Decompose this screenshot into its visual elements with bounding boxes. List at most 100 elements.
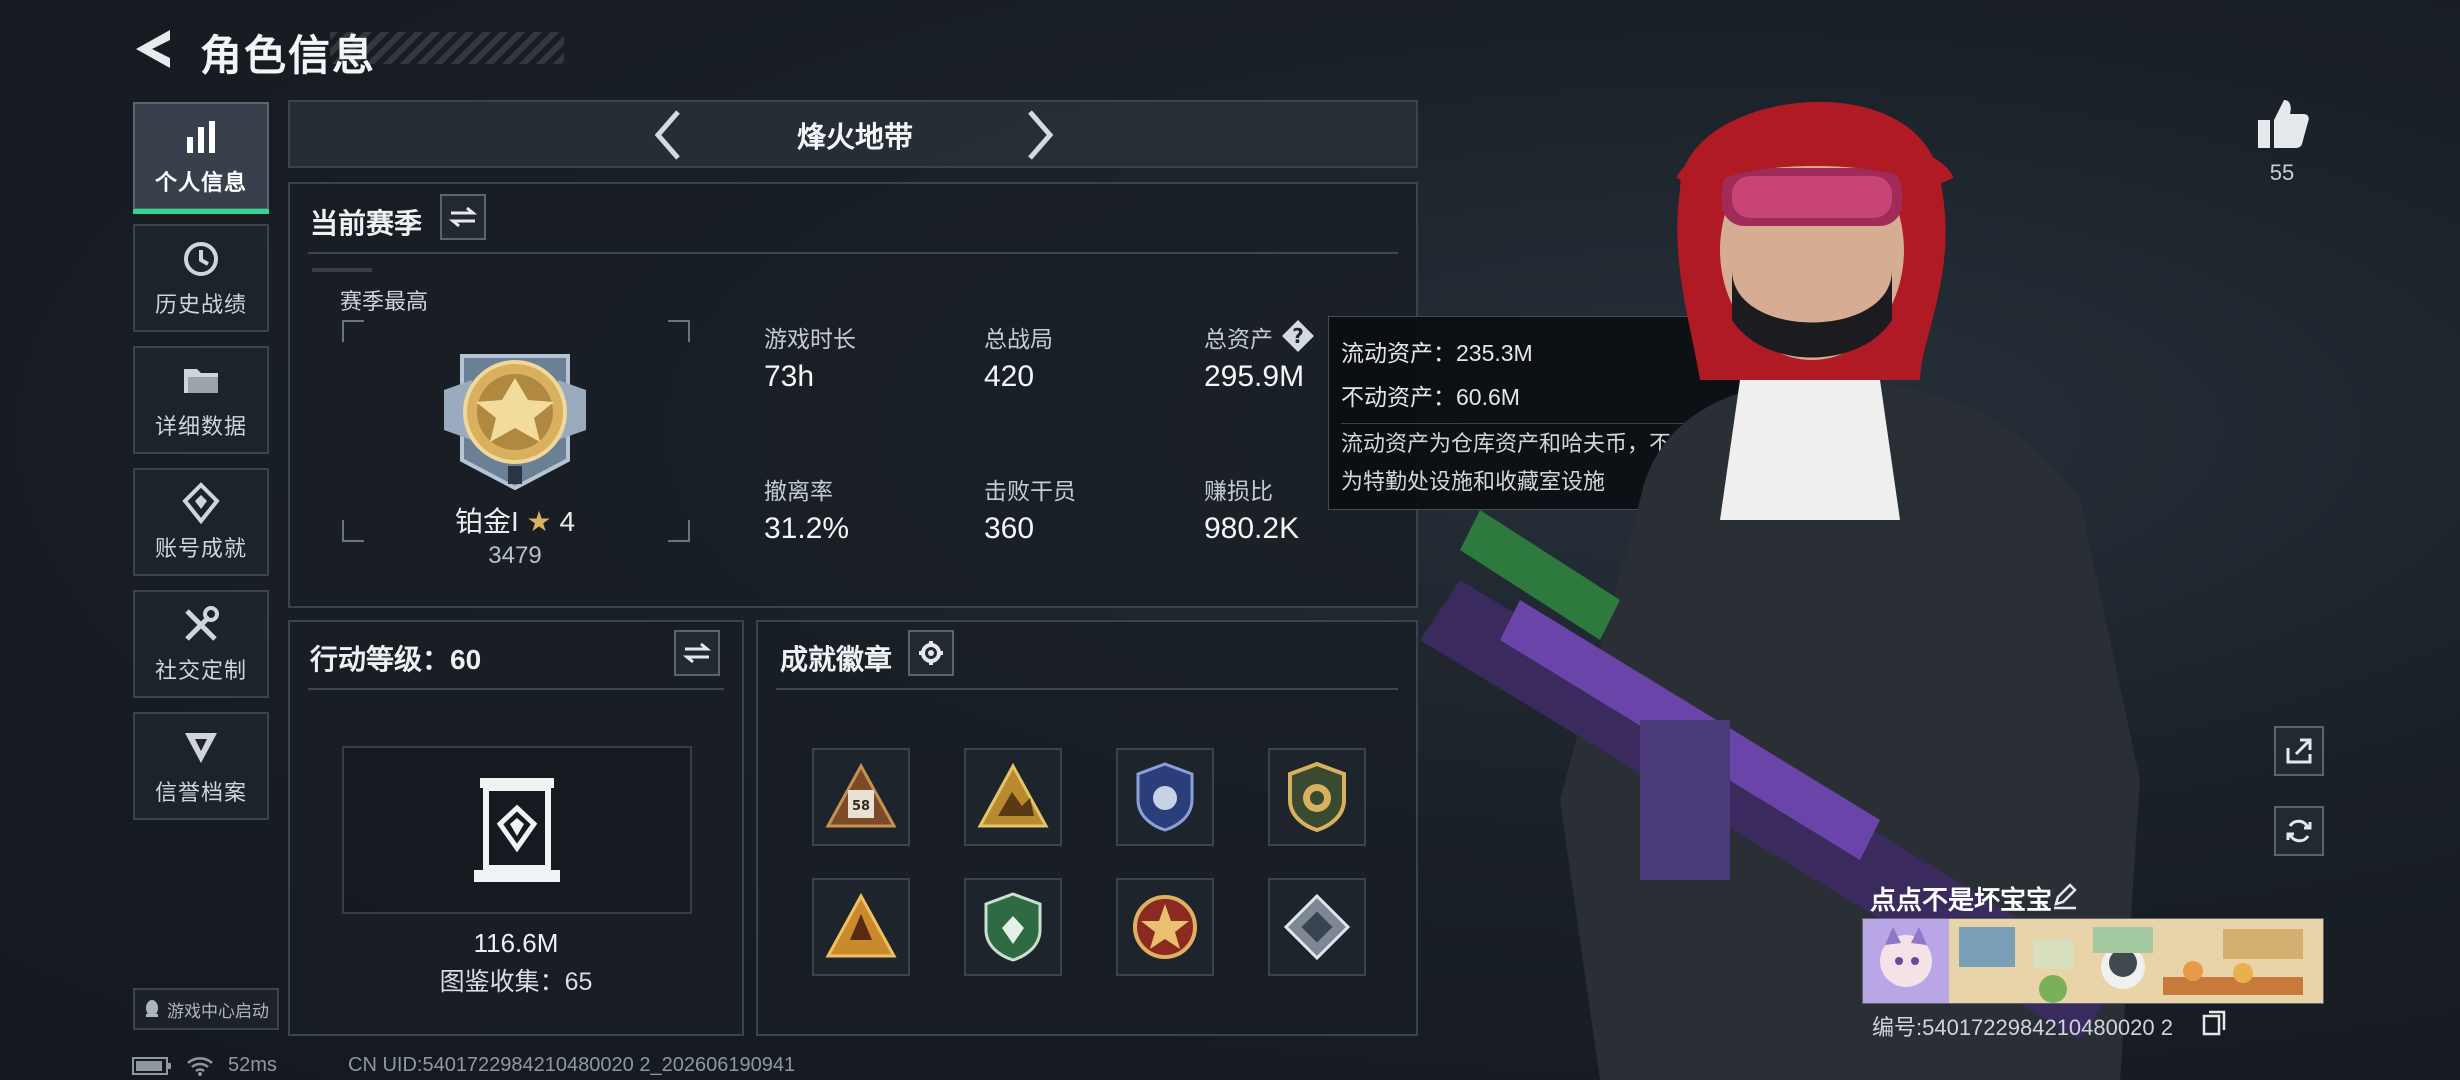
frame-corner — [668, 320, 690, 342]
badge-item[interactable] — [1268, 748, 1366, 846]
stat-label-extraction-rate: 撤离率 — [764, 478, 833, 504]
gear-icon — [919, 641, 943, 665]
copy-icon[interactable] — [2202, 1010, 2226, 1036]
sidebar-item-label: 账号成就 — [154, 536, 247, 561]
help-question-icon[interactable]: ? — [1280, 318, 1316, 354]
frame-corner — [668, 520, 690, 542]
stat-label-profit-ratio: 赚损比 — [1204, 478, 1273, 504]
share-icon — [2286, 738, 2312, 764]
collection-value: 116.6M — [473, 928, 559, 958]
level-divider — [308, 688, 724, 690]
sidebar-item-label: 详细数据 — [154, 414, 247, 439]
collection-count: 图鉴收集：65 — [439, 968, 593, 996]
game-center-label: 游戏中心启动 — [167, 1001, 269, 1021]
sidebar-item-personal-info[interactable]: 个人信息 — [133, 102, 269, 214]
player-name: 点点不是坏宝宝 — [1870, 885, 2053, 915]
stat-value-total-assets: 295.9M — [1204, 360, 1305, 393]
badge-settings-button[interactable] — [908, 630, 954, 676]
level-title: 行动等级：60 — [310, 644, 482, 675]
credit-badge-icon — [185, 733, 217, 763]
badges-divider — [776, 688, 1398, 690]
badge-yellow-triangle-icon — [977, 762, 1049, 828]
qq-icon — [146, 1000, 158, 1017]
frame-corner — [342, 520, 364, 542]
frame-corner — [342, 320, 364, 342]
svg-text:58: 58 — [852, 799, 870, 814]
bar-chart-icon — [187, 121, 215, 153]
badge-58-icon: 58 — [825, 762, 897, 828]
season-divider — [308, 252, 1398, 254]
sidebar-item-credit-record[interactable]: 信誉档案 — [133, 712, 269, 820]
sidebar-item-label: 社交定制 — [154, 658, 247, 683]
rank-tier: 铂金I — [454, 506, 519, 537]
badge-police-shield-icon — [1136, 762, 1194, 832]
like-count: 55 — [2269, 160, 2295, 185]
battery-icon — [132, 1056, 171, 1075]
edit-pencil-icon[interactable] — [2050, 880, 2080, 910]
uid-text: CN UID:5401722984210480020 2_20260619094… — [348, 1054, 796, 1076]
stat-value-extraction-rate: 31.2% — [764, 512, 850, 545]
badge-item[interactable] — [964, 878, 1062, 976]
badge-red-star-icon — [1133, 895, 1197, 959]
folder-icon — [184, 369, 218, 393]
stat-label-total-assets: 总资产 — [1204, 326, 1273, 352]
badge-item[interactable] — [1116, 878, 1214, 976]
season-title: 当前赛季 — [310, 208, 423, 239]
swap-icon — [449, 206, 477, 228]
achievement-icon — [182, 482, 220, 525]
chevron-right-icon[interactable] — [1020, 108, 1060, 162]
svg-text:?: ? — [1292, 324, 1304, 348]
badge-item[interactable] — [812, 878, 910, 976]
swap-icon — [683, 642, 711, 664]
game-center-launch[interactable]: 游戏中心启动 — [133, 988, 279, 1030]
star-icon: ★ — [526, 506, 552, 537]
latency-text: 52ms — [228, 1054, 277, 1076]
status-bar: 52ms — [132, 1054, 277, 1077]
rank-platinum-emblem — [444, 354, 586, 491]
badge-item[interactable] — [1268, 878, 1366, 976]
chevron-left-icon[interactable] — [648, 108, 688, 162]
badge-item[interactable] — [964, 748, 1062, 846]
player-id: 编号:5401722984210480020 2 — [1872, 1015, 2173, 1040]
badge-item[interactable]: 58 — [812, 748, 910, 846]
wifi-icon — [187, 1056, 213, 1076]
player-namecard[interactable] — [1862, 918, 2324, 1004]
tools-icon — [185, 606, 219, 641]
stat-value-playtime: 73h — [764, 360, 815, 393]
stat-label-matches: 总战局 — [984, 326, 1053, 352]
refresh-icon — [2286, 819, 2312, 843]
rank-score: 3479 — [488, 542, 542, 569]
badge-item[interactable] — [1116, 748, 1214, 846]
decor-text — [312, 268, 372, 272]
stat-label-kills: 击败干员 — [984, 478, 1076, 504]
season-switch-button[interactable] — [440, 194, 486, 240]
rank-stars: 4 — [559, 506, 576, 537]
season-best-label: 赛季最高 — [340, 289, 429, 314]
collection-cabinet-icon — [474, 778, 560, 882]
namecard-illustration — [1863, 919, 2323, 1003]
sidebar-item-social-custom[interactable]: 社交定制 — [133, 590, 269, 698]
sidebar-item-label: 历史战绩 — [154, 292, 247, 317]
badges-title: 成就徽章 — [780, 644, 893, 675]
rank-name: 铂金I ★ 4 — [390, 500, 640, 540]
stat-value-profit-ratio: 980.2K — [1204, 512, 1300, 545]
share-button[interactable] — [2274, 726, 2324, 776]
back-arrow-icon[interactable] — [130, 26, 180, 72]
badge-gold-emblem-icon — [1288, 761, 1346, 833]
sidebar-item-history[interactable]: 历史战绩 — [133, 224, 269, 332]
clock-history-icon — [184, 242, 218, 276]
level-switch-button[interactable] — [674, 630, 720, 676]
sidebar-item-label: 信誉档案 — [154, 780, 247, 805]
badge-orange-triangle-icon — [825, 892, 897, 958]
badge-silver-diamond-icon — [1283, 893, 1351, 961]
stat-value-kills: 360 — [984, 512, 1035, 545]
stat-label-playtime: 游戏时长 — [764, 326, 856, 352]
sidebar-item-achievements[interactable]: 账号成就 — [133, 468, 269, 576]
mode-title: 烽火地带 — [796, 122, 913, 154]
badge-green-shield-icon — [984, 892, 1042, 962]
sidebar-item-label: 个人信息 — [154, 170, 247, 195]
thumbs-up-icon[interactable] — [2254, 96, 2310, 152]
page-title: 角色信息 — [200, 32, 377, 79]
sidebar-item-detailed-data[interactable]: 详细数据 — [133, 346, 269, 454]
refresh-button[interactable] — [2274, 806, 2324, 856]
